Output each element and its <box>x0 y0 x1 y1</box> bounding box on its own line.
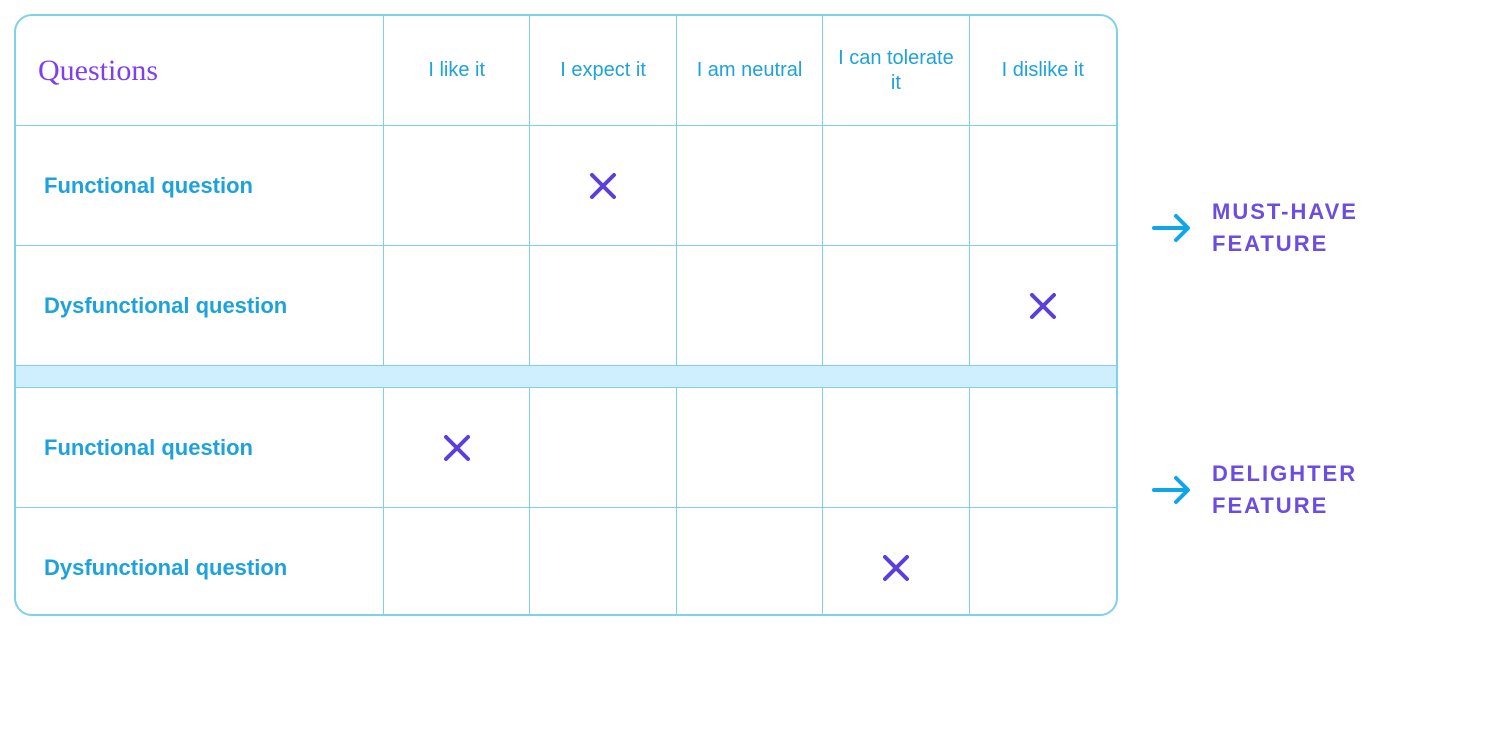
row-label: Functional question <box>16 126 384 246</box>
answer-cell <box>677 246 823 366</box>
kano-question-diagram: Questions I like it I expect it I am neu… <box>0 0 1500 750</box>
kano-table: Questions I like it I expect it I am neu… <box>14 14 1118 616</box>
answer-cell <box>970 246 1116 366</box>
answer-cell <box>530 126 676 246</box>
col-header: I dislike it <box>970 16 1116 126</box>
x-icon <box>442 433 472 463</box>
col-header: I can tolerate it <box>823 16 969 126</box>
answer-cell <box>677 388 823 508</box>
annotation-delighter: DELIGHTER FEATURE <box>1150 458 1357 522</box>
answer-cell <box>530 388 676 508</box>
answer-cell <box>384 388 530 508</box>
answer-cell <box>823 246 969 366</box>
answer-cell <box>677 126 823 246</box>
annotation-label: MUST-HAVE FEATURE <box>1212 196 1358 260</box>
answer-cell <box>530 508 676 616</box>
arrow-right-icon <box>1150 468 1194 512</box>
answer-cell <box>823 126 969 246</box>
answer-cell <box>384 508 530 616</box>
arrow-right-icon <box>1150 206 1194 250</box>
answer-cell <box>823 388 969 508</box>
row-label: Dysfunctional question <box>16 508 384 616</box>
x-icon <box>881 553 911 583</box>
answer-cell <box>677 508 823 616</box>
col-header: I expect it <box>530 16 676 126</box>
x-icon <box>588 171 618 201</box>
answer-cell <box>970 388 1116 508</box>
col-header: I like it <box>384 16 530 126</box>
answer-cell <box>970 508 1116 616</box>
annotation-label: DELIGHTER FEATURE <box>1212 458 1357 522</box>
answer-cell <box>384 126 530 246</box>
answer-cell <box>530 246 676 366</box>
row-label: Functional question <box>16 388 384 508</box>
annotation-must-have: MUST-HAVE FEATURE <box>1150 196 1358 260</box>
answer-cell <box>384 246 530 366</box>
col-header: I am neutral <box>677 16 823 126</box>
group-separator <box>16 366 1116 388</box>
answer-cell <box>970 126 1116 246</box>
x-icon <box>1028 291 1058 321</box>
answer-cell <box>823 508 969 616</box>
kano-grid: Questions I like it I expect it I am neu… <box>16 16 1116 614</box>
row-label: Dysfunctional question <box>16 246 384 366</box>
table-title: Questions <box>16 16 384 126</box>
